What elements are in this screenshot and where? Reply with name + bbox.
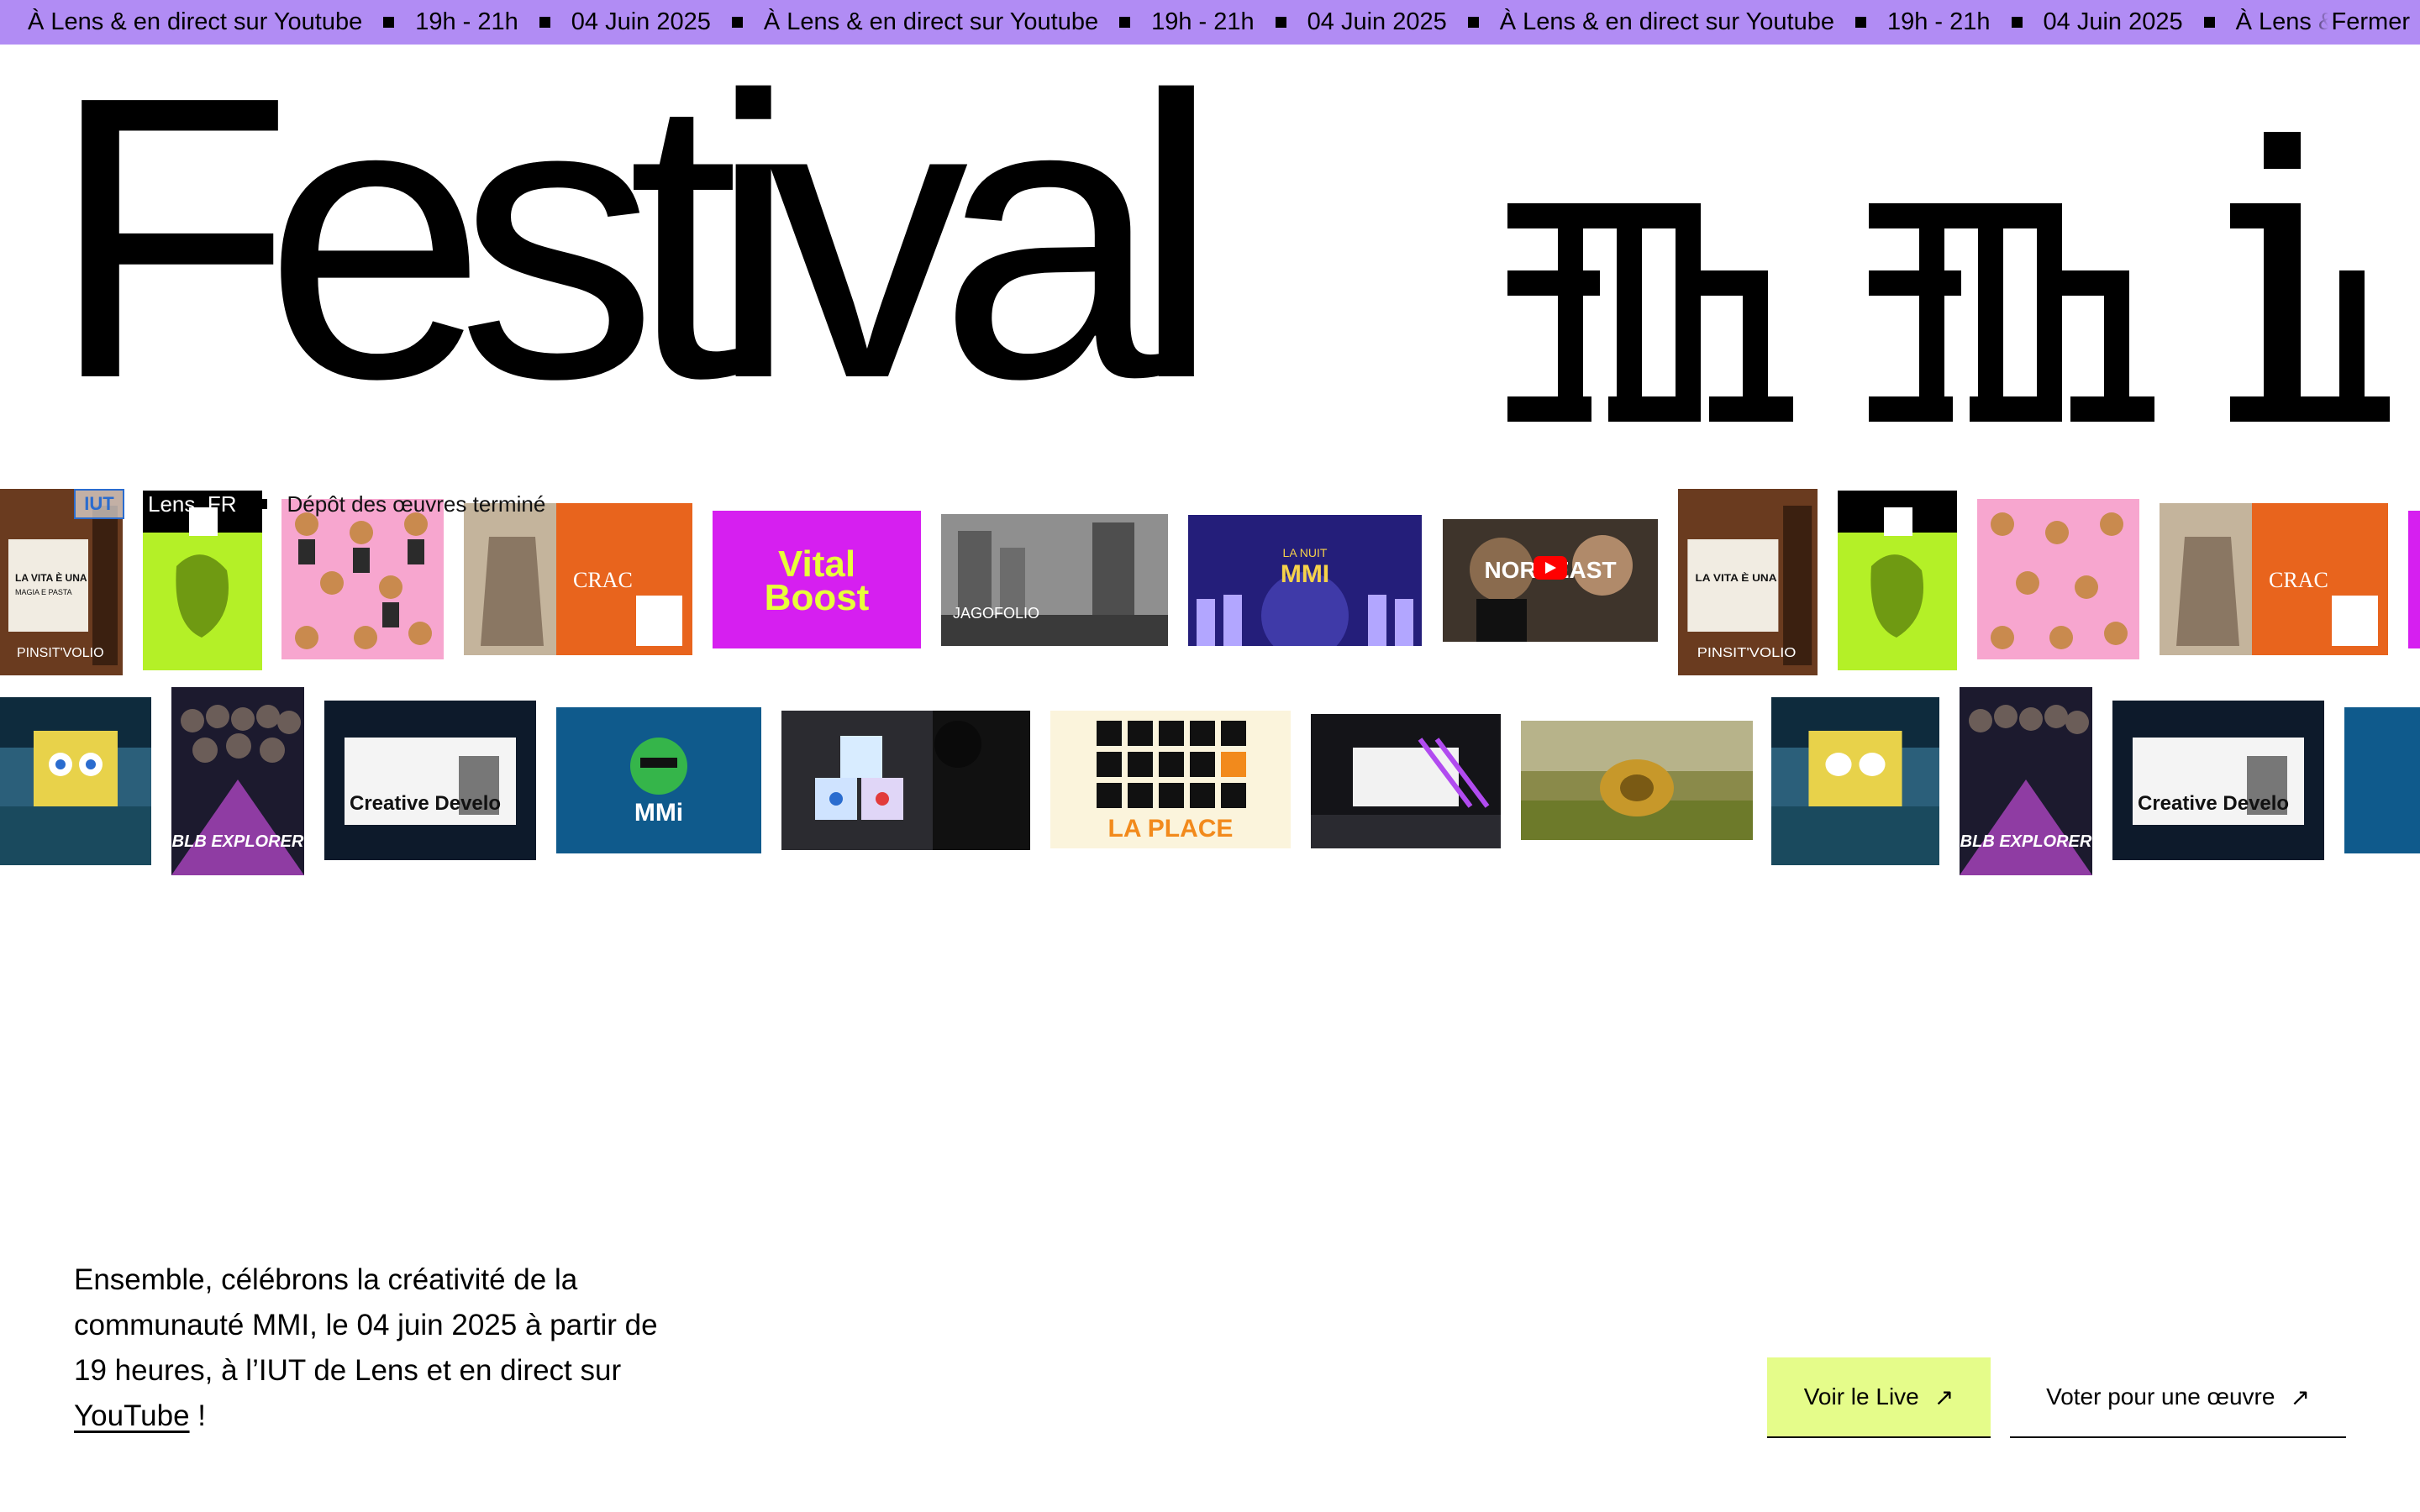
- mmi-pixel-logo: [1507, 132, 2390, 422]
- gallery-thumb-pink-pattern-repeat[interactable]: [1977, 499, 2139, 659]
- intro-paragraph: Ensemble, célébrons la créativité de la …: [74, 1257, 679, 1439]
- gallery-thumb-neon-room[interactable]: [1311, 714, 1501, 848]
- iut-logo: IUT: [74, 489, 124, 519]
- vote-artwork-button[interactable]: Voter pour une œuvre ↗: [2010, 1357, 2346, 1438]
- creative-developer-image: Creative Develo: [324, 701, 536, 860]
- gallery-thumb-la-nuit-mmi[interactable]: LA NUIT MMI: [1188, 515, 1422, 646]
- svg-text:Boost: Boost: [765, 577, 870, 618]
- gallery-thumb-cubes-silhouette[interactable]: [781, 711, 1030, 850]
- svg-text:BLB EXPLORER: BLB EXPLORER: [1960, 832, 2092, 851]
- vital-boost-image: VitalBoost: [713, 511, 921, 648]
- gallery-thumb-blb-explorer[interactable]: BLB EXPLORER: [171, 687, 304, 875]
- la-nuit-mmi-image: LA NUITMMI: [1188, 515, 1422, 646]
- gallery-thumb-creative-developer-repeat[interactable]: Creative Develo: [2112, 701, 2324, 860]
- svg-text:LA NUIT: LA NUIT: [1283, 546, 1328, 559]
- watch-live-button[interactable]: Voir le Live ↗: [1767, 1357, 1991, 1438]
- svg-text:BLB EXPLORER: BLB EXPLORER: [172, 832, 304, 851]
- intro-text: Ensemble, célébrons la créativité de la …: [74, 1263, 658, 1387]
- ticker-item: 04 Juin 2025: [2043, 8, 2183, 35]
- pink-pattern-image: [281, 499, 444, 659]
- artwork-gallery: LA VITA È UNA MAGIA E PASTA PINSIT'VOLIO C…: [0, 479, 2420, 882]
- neon-room-image: [1311, 714, 1501, 848]
- crac-orange-image: CRAC: [2160, 503, 2388, 655]
- gallery-thumb-spongebob-underwater[interactable]: [0, 697, 151, 865]
- svg-text:Creative Develo: Creative Develo: [350, 792, 501, 815]
- svg-text:CRAC: CRAC: [2269, 568, 2328, 592]
- svg-text:LA PLACE: LA PLACE: [1108, 815, 1234, 843]
- gallery-thumb-creative-developer[interactable]: Creative Develo: [324, 701, 536, 860]
- svg-text:PINSIT'VOLIO: PINSIT'VOLIO: [17, 646, 104, 660]
- arrow-up-right-icon: ↗: [2290, 1383, 2310, 1410]
- arrow-up-right-icon: ↗: [1933, 1383, 1954, 1410]
- gallery-thumb-vital-boost-repeat[interactable]: [2408, 511, 2420, 648]
- event-city: Lens, FR: [148, 491, 237, 517]
- jagofolio-image: JAGOFOLIO: [941, 514, 1168, 646]
- spongebob-underwater-image: [0, 697, 151, 865]
- gallery-thumb-mmi-dino-logo-repeat[interactable]: [2344, 707, 2420, 853]
- ticker-item: 19h - 21h: [1886, 8, 1991, 35]
- gallery-thumb-green-frog-poster-repeat[interactable]: [1838, 491, 1957, 670]
- svg-text:CRAC: CRAC: [573, 568, 633, 592]
- youtube-link[interactable]: YouTube: [74, 1399, 190, 1432]
- svg-text:Creative Develo: Creative Develo: [2138, 792, 2289, 815]
- crac-orange-image: CRAC: [464, 503, 692, 655]
- ticker-item: 04 Juin 2025: [1307, 8, 1447, 35]
- gallery-thumb-golden-creature[interactable]: [1521, 721, 1753, 840]
- ticker-item: À Lens & en direct sur Youtube: [1499, 8, 1834, 35]
- gallery-thumb-vital-boost[interactable]: Vital Boost: [713, 511, 921, 648]
- meta-separator: [256, 499, 267, 509]
- creative-developer-image: Creative Develo: [2112, 701, 2324, 860]
- gallery-thumb-crac-orange-repeat[interactable]: CRAC: [2160, 503, 2388, 655]
- gallery-thumb-la-place[interactable]: LA PLACE: [1050, 711, 1291, 848]
- ticker-separator: [1854, 17, 1866, 28]
- ticker-separator: [1467, 17, 1479, 28]
- ticker-separator: [1275, 17, 1286, 28]
- watch-live-label: Voir le Live: [1803, 1383, 1919, 1410]
- submission-status: Dépôt des œuvres terminé: [287, 491, 546, 517]
- gallery-thumb-pink-pattern[interactable]: [281, 499, 444, 659]
- cubes-silhouette-image: [781, 711, 1030, 850]
- svg-text:LA VITA È UNA: LA VITA È UNA: [1695, 572, 1776, 584]
- blb-explorer-image: BLB EXPLORER: [1960, 687, 2092, 875]
- la-place-image: LA PLACE: [1050, 711, 1291, 848]
- svg-text:PINSIT'VOLIO: PINSIT'VOLIO: [1697, 644, 1797, 660]
- svg-text:MMI: MMI: [1281, 560, 1329, 588]
- svg-text:LA VITA È UNA: LA VITA È UNA: [15, 571, 87, 584]
- svg-text:JAGOFOLIO: JAGOFOLIO: [953, 605, 1039, 622]
- spongebob-underwater-image: [1771, 697, 1939, 865]
- gallery-thumb-jagofolio[interactable]: JAGOFOLIO: [941, 514, 1168, 646]
- green-frog-poster-image: [1838, 491, 1957, 670]
- ticker-separator: [2011, 17, 2023, 28]
- mmi-dino-logo-image: MMi: [556, 707, 761, 853]
- svg-text:MAGIA E PASTA: MAGIA E PASTA: [15, 588, 72, 596]
- blb-explorer-image: BLB EXPLORER: [171, 687, 304, 875]
- gallery-thumb-vita-poster-repeat[interactable]: LA VITA È UNA PINSIT'VOLIO: [1678, 489, 1818, 675]
- gallery-thumb-crac-orange[interactable]: CRAC: [464, 503, 692, 655]
- intro-text-end: !: [189, 1399, 206, 1432]
- golden-creature-image: [1521, 721, 1753, 840]
- vote-artwork-label: Voter pour une œuvre: [2046, 1383, 2275, 1410]
- gallery-thumb-spongebob-underwater-repeat[interactable]: [1771, 697, 1939, 865]
- vita-poster-image: LA VITA È UNA PINSIT'VOLIO: [1678, 489, 1818, 675]
- gallery-thumb-nordeast-video[interactable]: NORDEAST: [1443, 519, 1658, 642]
- gallery-thumb-blb-explorer-repeat[interactable]: BLB EXPLORER: [1960, 687, 2092, 875]
- gallery-thumb-mmi-dino-logo[interactable]: MMi: [556, 707, 761, 853]
- ticker-separator: [2203, 17, 2215, 28]
- close-ticker-button[interactable]: Fermer: [2307, 0, 2420, 45]
- event-meta: IUT Lens, FR Dépôt des œuvres terminé: [74, 489, 545, 519]
- title-word: Festival: [49, 13, 1221, 462]
- nordeast-video-image: NORDEAST: [1443, 519, 1658, 642]
- festival-title: Festival: [49, 37, 2402, 447]
- svg-text:MMi: MMi: [634, 799, 683, 827]
- pink-pattern-image: [1977, 499, 2139, 659]
